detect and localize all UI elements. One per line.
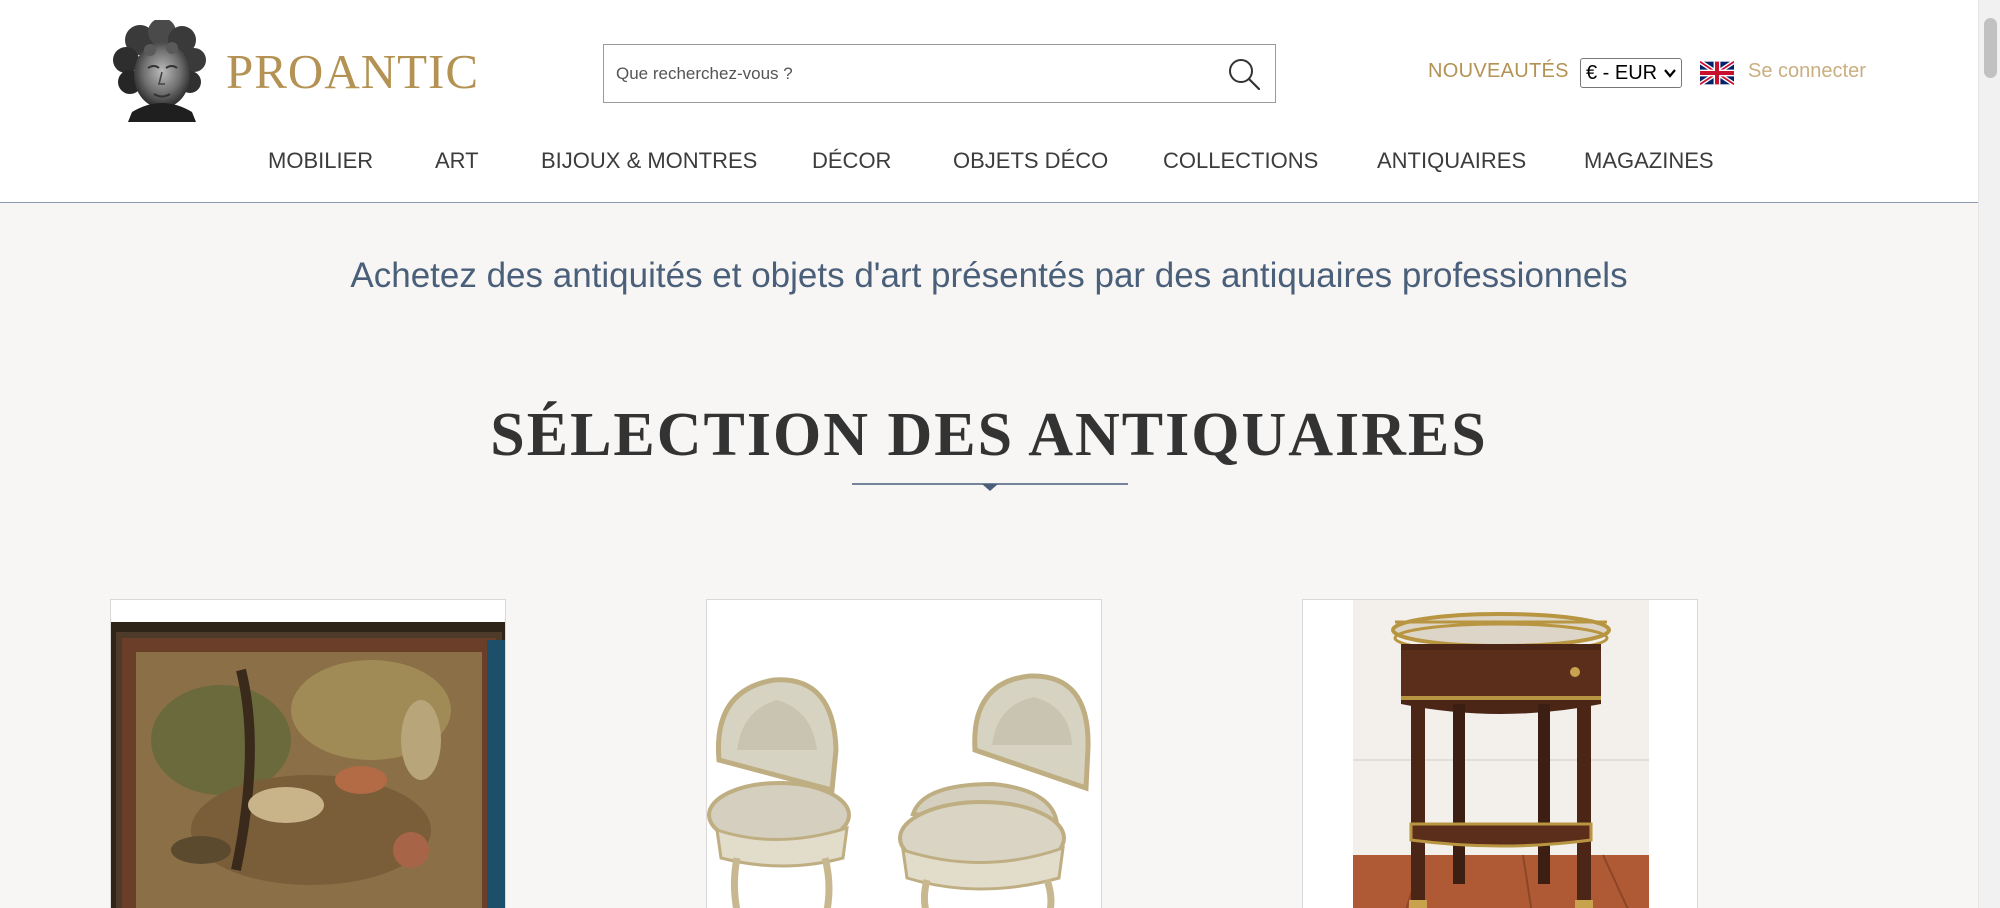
section-title: SÉLECTION DES ANTIQUAIRES [490,401,1488,469]
chevron-down-icon [1664,69,1676,78]
brand-name: PROANTIC [226,43,480,99]
search-icon[interactable] [1227,57,1261,91]
product-card[interactable] [1302,599,1698,908]
product-card[interactable] [110,599,506,908]
nav-item-art[interactable]: ART [435,148,479,174]
scrollbar-thumb[interactable] [1984,18,1997,78]
nav-item-bijoux-montres[interactable]: BIJOUX & MONTRES [541,148,757,174]
nav-item-collections[interactable]: COLLECTIONS [1163,148,1318,174]
title-divider [852,483,1128,491]
uk-flag-icon[interactable] [1700,61,1734,85]
currency-select[interactable]: € - EUR [1580,58,1682,88]
currency-value: € - EUR [1586,61,1658,84]
new-arrivals-link[interactable]: NOUVEAUTÉS [1428,60,1569,83]
search-input[interactable] [604,45,1204,102]
nav-item-objets-deco[interactable]: OBJETS DÉCO [953,148,1108,174]
side-table-image [1303,600,1697,908]
cherub-bust-icon [113,20,206,122]
nav-item-magazines[interactable]: MAGAZINES [1584,148,1714,174]
site-header: PROANTIC NOUVEAUTÉS € - EUR Se connecter… [0,0,1978,203]
brand-logo[interactable]: PROANTIC [110,20,479,122]
signin-link[interactable]: Se connecter [1748,60,1866,83]
product-card[interactable] [706,599,1102,908]
nav-item-antiquaires[interactable]: ANTIQUAIRES [1377,148,1526,174]
site-tagline: Achetez des antiquités et objets d'art p… [350,256,1628,295]
nav-item-mobilier[interactable]: MOBILIER [268,148,373,174]
nav-item-decor[interactable]: DÉCOR [812,148,891,174]
pair-of-chairs-image [707,600,1101,908]
main-nav: MOBILIER ART BIJOUX & MONTRES DÉCOR OBJE… [0,148,1978,178]
search-bar [603,44,1276,103]
page-scrollbar[interactable] [1978,0,2000,908]
tapestry-image [111,600,505,908]
